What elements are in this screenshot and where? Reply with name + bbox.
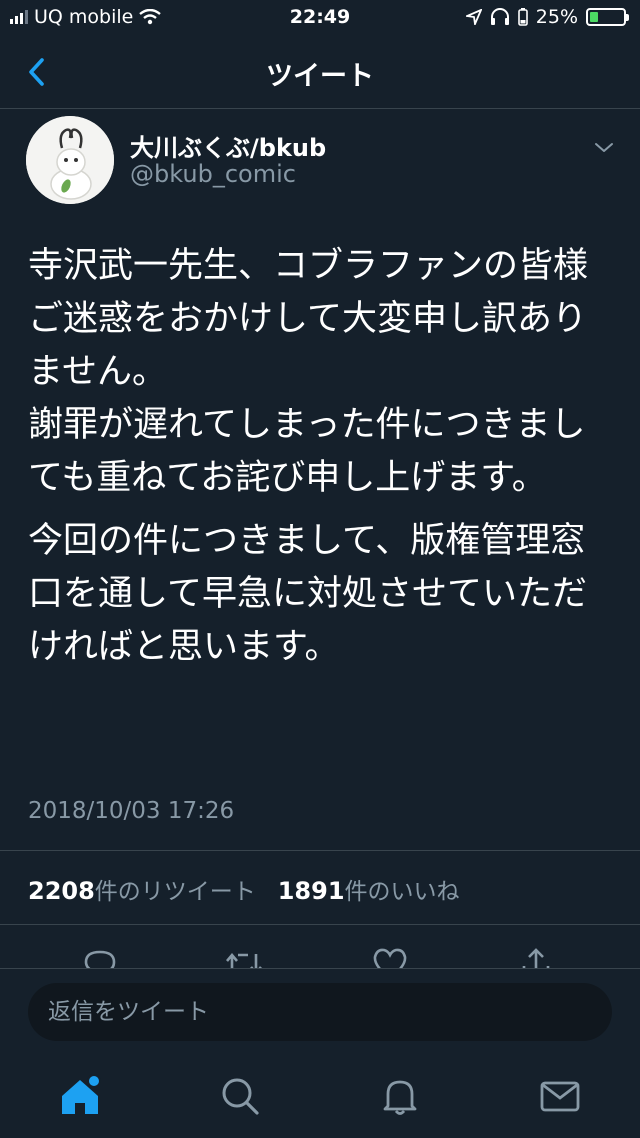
- back-button[interactable]: [18, 52, 58, 92]
- engagement-stats: 2208件のリツイート 1891件のいいね: [28, 872, 460, 906]
- avatar[interactable]: [26, 116, 114, 204]
- chevron-left-icon: [29, 58, 44, 86]
- notifications-icon[interactable]: [378, 1074, 422, 1118]
- navigation-bar: ツイート: [0, 36, 640, 109]
- tab-bar: [0, 1056, 640, 1138]
- tweet-paragraph: 今回の件につきまして、版権管理窓口を通して早急に対処させていただければと思います…: [28, 521, 587, 667]
- reply-input[interactable]: 返信をツイート: [28, 983, 612, 1041]
- cell-signal-icon: [10, 10, 28, 24]
- carrier-name: UQ mobile: [34, 6, 134, 28]
- home-icon[interactable]: [58, 1074, 102, 1118]
- tweet-paragraph: 寺沢武一先生、コブラファンの皆様 ご迷惑をおかけして大変申し訳ありません。 謝罪…: [28, 246, 589, 498]
- like-count: 1891: [277, 877, 345, 905]
- retweet-count: 2208: [28, 877, 95, 905]
- author-name[interactable]: 大川ぶくぶ/bkub: [130, 128, 326, 163]
- retweet-label: 件のリツイート: [94, 879, 256, 905]
- retweet-icon[interactable]: [224, 944, 264, 968]
- search-icon[interactable]: [218, 1074, 262, 1118]
- messages-icon[interactable]: [538, 1074, 582, 1118]
- reply-icon[interactable]: [80, 944, 120, 968]
- like-stat[interactable]: 1891件のいいね: [277, 877, 460, 905]
- battery-percent: 25%: [535, 6, 578, 28]
- chevron-down-icon[interactable]: [592, 136, 616, 160]
- reply-bar: 返信をツイート: [0, 968, 640, 1057]
- status-right: 25%: [465, 6, 629, 28]
- page-title: ツイート: [266, 61, 374, 92]
- battery-small-icon: [517, 8, 528, 26]
- like-label: 件のいいね: [344, 879, 460, 905]
- battery-icon: [586, 8, 629, 26]
- tweet-text: 寺沢武一先生、コブラファンの皆様 ご迷惑をおかけして大変申し訳ありません。 謝罪…: [28, 240, 608, 674]
- like-icon[interactable]: [370, 944, 410, 968]
- battery-level-fill: [590, 12, 598, 22]
- status-bar: UQ mobile 22:49 25%: [0, 0, 640, 36]
- location-arrow-icon: [465, 9, 482, 25]
- avatar-image: [26, 116, 114, 204]
- divider: [0, 850, 640, 851]
- status-left: UQ mobile: [10, 6, 162, 28]
- share-icon[interactable]: [516, 944, 556, 968]
- retweet-stat[interactable]: 2208件のリツイート: [28, 877, 256, 905]
- author-handle[interactable]: @bkub_comic: [130, 160, 296, 188]
- headphones-icon: [490, 8, 509, 25]
- tweet-actions: [0, 940, 640, 968]
- tweet-timestamp: 2018/10/03 17:26: [28, 798, 235, 824]
- wifi-icon: [139, 9, 162, 25]
- divider: [0, 924, 640, 925]
